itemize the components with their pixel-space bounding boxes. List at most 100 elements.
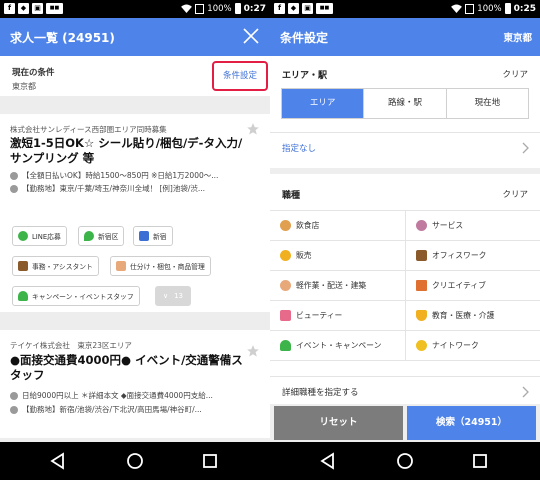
tag-campaign[interactable]: キャンペーン・イベントスタッフ [12, 286, 140, 306]
battery-percent: 100% [477, 3, 502, 14]
chevron-right-icon [522, 386, 529, 398]
pay-text: 日給9000円以上 ＊詳細本文 ◆面接交通費4000円支給... [22, 391, 213, 400]
clock: 0:25 [513, 3, 536, 14]
facebook-icon: f [4, 3, 15, 14]
tab-line-station[interactable]: 路線・駅 [363, 89, 445, 118]
unspecified-label: 指定なし [282, 144, 317, 154]
job-type-clear-button[interactable]: クリア [502, 188, 528, 200]
divider [0, 96, 270, 110]
job-type-creative[interactable]: クリエイティブ [405, 271, 540, 301]
area-section: エリア・駅 クリア エリア 路線・駅 現在地 指定なし [270, 56, 540, 168]
worker-icon [116, 261, 126, 271]
tag-office[interactable]: 事務・アシスタント [12, 256, 99, 276]
area-tabs: エリア 路線・駅 現在地 [281, 88, 529, 119]
close-icon[interactable] [240, 25, 262, 47]
status-bar: f ◆ ▣ ■■ 100% 0:27 [0, 0, 270, 18]
coin-icon [280, 250, 291, 261]
job-type-service[interactable]: サービス [405, 211, 540, 241]
job-type-office[interactable]: オフィスワーク [405, 241, 540, 271]
job-type-label: オフィスワーク [432, 251, 487, 260]
job-type-light-work[interactable]: 軽作業・配送・建築 [270, 271, 405, 301]
company-name: テイケイ株式会社 東京23区エリア [10, 341, 132, 350]
job-type-label: ナイトワーク [432, 341, 479, 350]
job-type-sales[interactable]: 販売 [270, 241, 405, 271]
location-info: 【勤務地】新宿/池袋/渋谷/下北沢/高田馬場/神谷町/... [10, 404, 260, 415]
condition-label: 現在の条件 [12, 68, 55, 78]
briefcase-icon [18, 261, 28, 271]
recent-apps-icon[interactable] [200, 451, 220, 471]
image-icon: ▣ [32, 3, 43, 14]
job-type-label: 飲食店 [296, 221, 320, 230]
region-label[interactable]: 東京都 [503, 30, 532, 44]
briefcase-icon [416, 250, 427, 261]
tag-shinjuku[interactable]: 新宿 [133, 226, 173, 246]
job-type-label: 販売 [296, 251, 312, 260]
search-button[interactable]: 検索（24951） [407, 406, 536, 440]
job-type-education[interactable]: 教育・医療・介護 [405, 301, 540, 331]
job-type-beauty[interactable]: ビューティー [270, 301, 405, 331]
condition-settings-screen: f ◆ ▣ ■■ 100% 0:25 条件設定 東京都 エリア・駅 クリア エリ… [270, 0, 540, 480]
facebook-icon: f [274, 3, 285, 14]
status-bar: f ◆ ▣ ■■ 100% 0:25 [270, 0, 540, 18]
signal-icon [465, 3, 475, 14]
trophy-icon [416, 310, 427, 321]
job-type-event[interactable]: イベント・キャンペーン [270, 331, 405, 361]
reset-button[interactable]: リセット [274, 406, 403, 440]
location-info: 【勤務地】東京/千葉/埼玉/神奈川全域！ [例]池袋/渋... [10, 183, 260, 194]
job-title: 激短1-5日OK☆ シール貼り/梱包/デ-タ入力/サンプリング 等 [10, 136, 243, 165]
tab-area[interactable]: エリア [282, 89, 364, 118]
job-card[interactable]: 株式会社サンレディース西部圏エリア同時募集 激短1-5日OK☆ シール貼り/梱包… [0, 114, 270, 312]
battery-percent: 100% [207, 3, 232, 14]
job-type-night[interactable]: ナイトワーク [405, 331, 540, 361]
pencil-icon [416, 280, 427, 291]
more-count: 13 [174, 292, 184, 300]
wifi-icon [451, 4, 463, 13]
worker-icon [280, 280, 291, 291]
detail-job-type-label: 詳細職種を指定する [282, 388, 359, 398]
back-icon[interactable] [318, 451, 338, 471]
job-type-restaurant[interactable]: 飲食店 [270, 211, 405, 241]
recent-apps-icon[interactable] [470, 451, 490, 471]
tag-line[interactable]: LINE応募 [12, 226, 67, 246]
train-icon [139, 231, 149, 241]
chevron-down-icon: ∨ [162, 292, 169, 300]
navigation-bar [270, 442, 540, 480]
home-icon[interactable] [125, 451, 145, 471]
tag-shinjuku-ku[interactable]: 新宿区 [78, 226, 125, 246]
job-type-grid: 飲食店 サービス 販売 オフィスワーク 軽作業・配送・建築 クリエイティブ ビュ… [270, 210, 540, 361]
signal-icon [195, 3, 205, 14]
line-icon [18, 231, 28, 241]
back-icon[interactable] [48, 451, 68, 471]
condition-value: 東京都 [12, 82, 36, 91]
home-icon[interactable] [395, 451, 415, 471]
tab-current-location[interactable]: 現在地 [445, 89, 528, 118]
yen-icon [10, 391, 18, 400]
job-card[interactable]: テイケイ株式会社 東京23区エリア ●面接交通費4000円● イベント/交通警備… [0, 330, 270, 438]
tag-label: 仕分け・梱包・商品管理 [130, 263, 205, 271]
area-header: エリア・駅 [282, 71, 328, 81]
area-unspecified-row[interactable]: 指定なし [270, 132, 540, 162]
condition-settings-button[interactable]: 条件設定 [212, 61, 268, 91]
area-clear-button[interactable]: クリア [502, 68, 528, 80]
star-icon[interactable] [246, 122, 260, 136]
battery-icon [234, 3, 241, 14]
page-title: 求人一覧 (24951) [10, 31, 115, 45]
current-condition: 現在の条件 東京都 条件設定 [0, 56, 270, 96]
dropbox-icon: ◆ [18, 3, 29, 14]
location-pin-icon [10, 184, 18, 193]
location-pin-icon [10, 405, 18, 414]
dropbox-icon: ◆ [288, 3, 299, 14]
moon-icon [416, 340, 427, 351]
pay-info: 【全額日払いOK】時給1500〜850円 ※日給1万2000〜... [10, 170, 260, 181]
job-type-section: 職種 クリア 飲食店 サービス 販売 オフィスワーク 軽作業・配送・建築 クリエ… [270, 174, 540, 406]
location-text: 【勤務地】新宿/池袋/渋谷/下北沢/高田馬場/神谷町/... [22, 405, 202, 414]
battery-icon [504, 3, 511, 14]
tag-label: 新宿区 [98, 233, 119, 241]
clock: 0:27 [243, 3, 266, 14]
job-type-label: サービス [432, 221, 464, 230]
tag-packing[interactable]: 仕分け・梱包・商品管理 [110, 256, 211, 276]
detail-job-type-row[interactable]: 詳細職種を指定する [270, 376, 540, 406]
job-type-label: ビューティー [296, 311, 343, 320]
star-icon[interactable] [246, 344, 260, 358]
more-tags-button[interactable]: ∨ 13 [155, 286, 191, 306]
